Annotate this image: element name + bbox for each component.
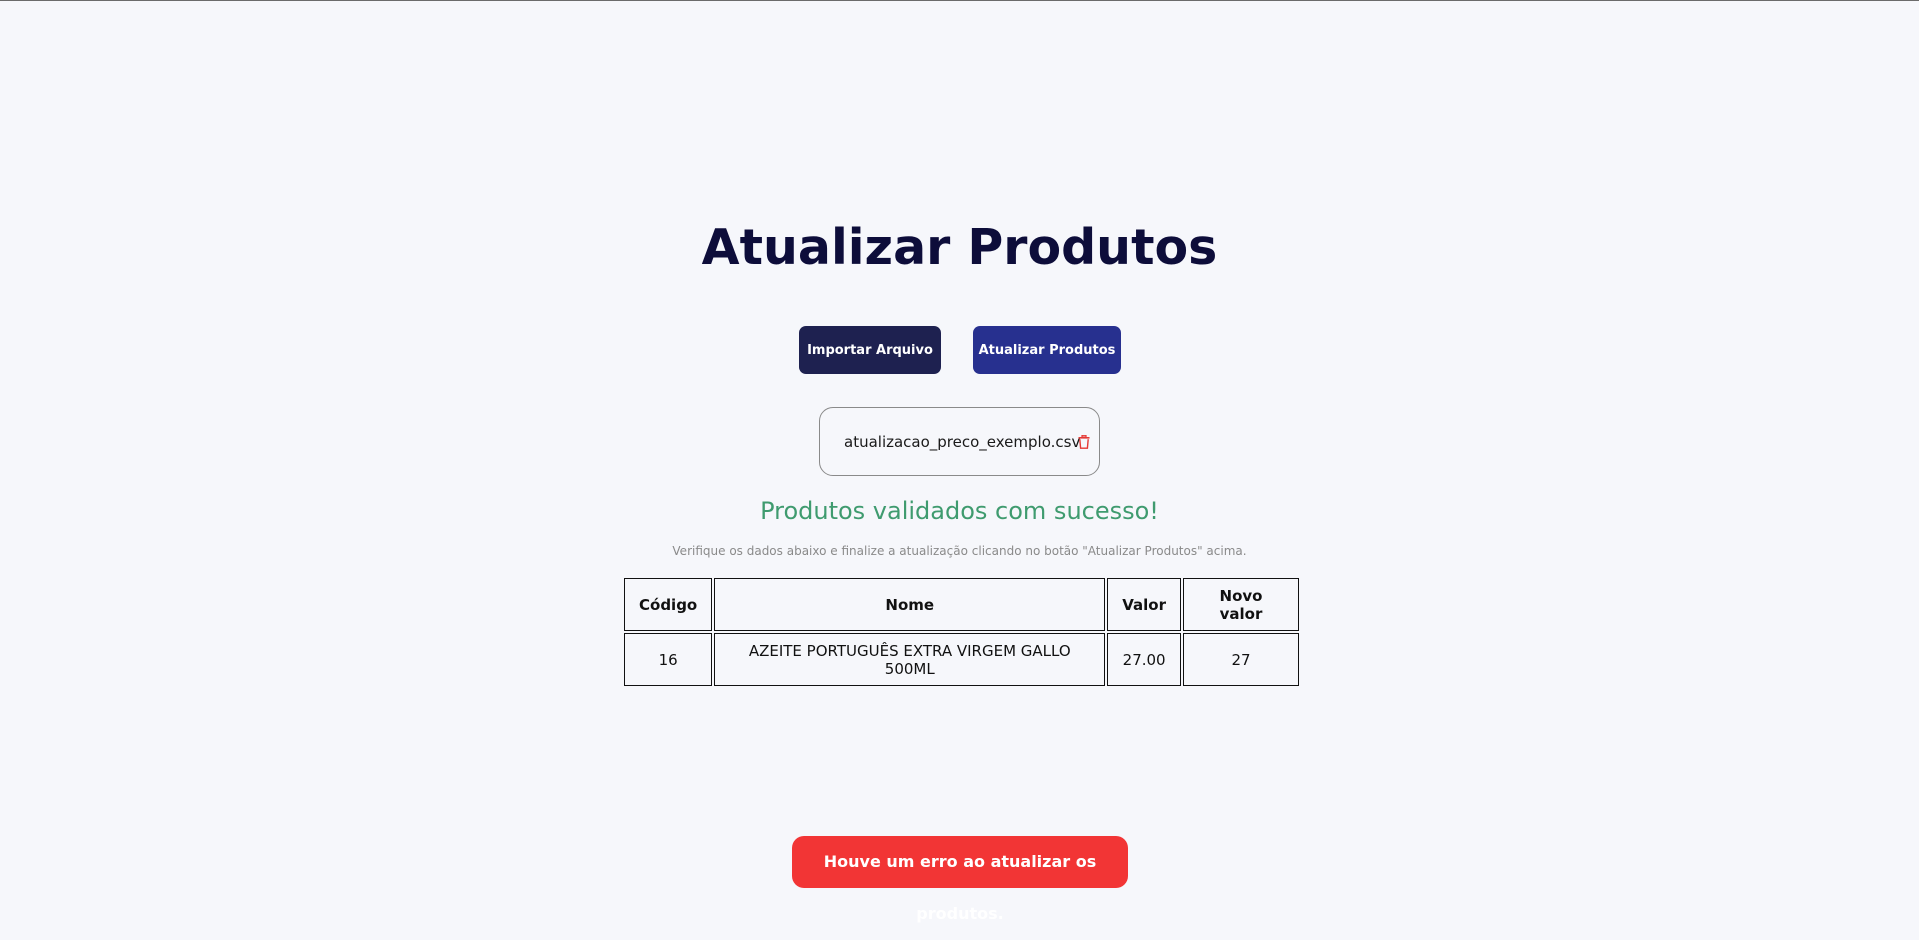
cell-codigo: 16	[624, 633, 713, 686]
instruction-hint: Verifique os dados abaixo e finalize a a…	[672, 544, 1247, 558]
update-products-button[interactable]: Atualizar Produtos	[973, 326, 1121, 374]
update-products-page: Atualizar Produtos Importar Arquivo Atua…	[0, 0, 1919, 923]
cell-nome: AZEITE PORTUGUÊS EXTRA VIRGEM GALLO 500M…	[714, 633, 1106, 686]
header-novo-valor: Novo valor	[1183, 578, 1300, 631]
selected-file-chip: atualizacao_preco_exemplo.csv	[819, 407, 1100, 476]
table-header-row: Código Nome Valor Novo valor	[624, 578, 1300, 631]
trash-icon[interactable]	[1078, 435, 1090, 449]
header-valor: Valor	[1107, 578, 1182, 631]
header-nome: Nome	[714, 578, 1106, 631]
file-name: atualizacao_preco_exemplo.csv	[844, 433, 1081, 451]
products-table-container: Código Nome Valor Novo valor 16 AZEITE P…	[622, 576, 1301, 688]
import-file-button[interactable]: Importar Arquivo	[799, 326, 941, 374]
products-table: Código Nome Valor Novo valor 16 AZEITE P…	[622, 576, 1301, 688]
cell-valor: 27.00	[1107, 633, 1182, 686]
error-toast: Houve um erro ao atualizar os produtos.	[792, 836, 1128, 923]
cell-novo-valor: 27	[1183, 633, 1300, 686]
page-title: Atualizar Produtos	[701, 219, 1218, 276]
header-codigo: Código	[624, 578, 713, 631]
table-row: 16 AZEITE PORTUGUÊS EXTRA VIRGEM GALLO 5…	[624, 633, 1300, 686]
validation-success-message: Produtos validados com sucesso!	[760, 497, 1159, 525]
